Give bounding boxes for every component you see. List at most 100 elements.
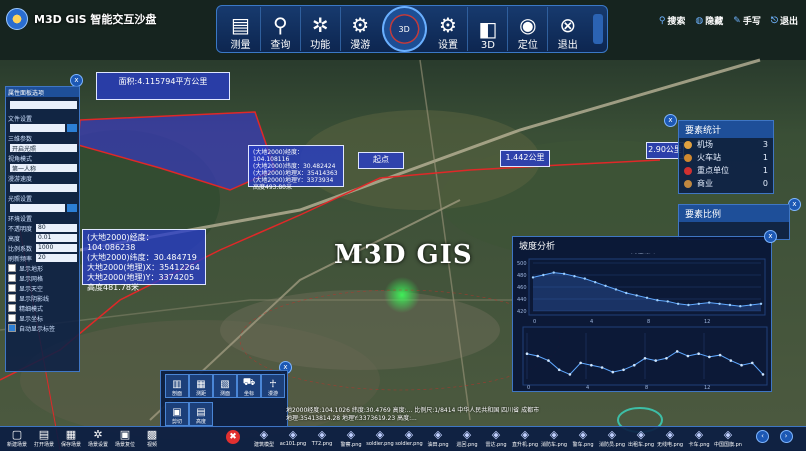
model-label: 中国国旗.png xyxy=(714,442,742,448)
check-sky[interactable]: 显示天空 xyxy=(6,283,79,293)
model-label: 直升机.png xyxy=(511,442,539,448)
measure-button[interactable]: ▤ 测量 xyxy=(221,7,260,51)
scale-input[interactable]: 1000 xyxy=(36,244,77,252)
locate-label: 定位 xyxy=(517,40,538,51)
file-input[interactable] xyxy=(10,124,65,132)
check-fine[interactable]: 精细模式 xyxy=(6,303,79,313)
checkbox[interactable] xyxy=(8,284,16,292)
check-grid[interactable]: 显示网格 xyxy=(6,273,79,283)
check-labels[interactable]: 自动显示标签 xyxy=(6,323,79,333)
bottom-tool-button[interactable]: ▤ 打开场景 xyxy=(33,429,55,449)
locate-button[interactable]: ◉ 定位 xyxy=(507,7,547,51)
app-title: M3D GIS 智能交互沙盘 xyxy=(34,13,157,26)
stat-label: 火车站 xyxy=(697,153,721,162)
tool-icon: ▤ xyxy=(38,428,50,441)
handwrite-link[interactable]: ✎ 手写 xyxy=(733,14,761,28)
model-file-item[interactable]: ◈ 警车.png xyxy=(569,429,597,449)
model-file-item[interactable]: ◈ 警察.png xyxy=(337,429,365,449)
profile-tool-button[interactable]: ▥ 剖面 xyxy=(165,374,189,398)
checkbox[interactable] xyxy=(8,274,16,282)
scroll-left-icon[interactable]: ‹ xyxy=(756,430,769,443)
stat-row-unit: 重点单位 1 xyxy=(679,164,773,177)
slope-point xyxy=(686,354,690,358)
model-file-item[interactable]: ◈ ac101.png xyxy=(279,429,307,449)
lighting-select[interactable]: 开启光照 xyxy=(10,144,77,153)
model-file-item[interactable]: ◈ 雷达.png xyxy=(482,429,510,449)
checkbox[interactable] xyxy=(8,304,16,312)
feature-stats-title: 要素统计 xyxy=(679,121,773,138)
check-coords[interactable]: 显示坐标 xyxy=(6,313,79,323)
profile-close-icon[interactable]: x xyxy=(764,230,777,243)
lighting-input[interactable] xyxy=(10,204,65,212)
tool-label: 打开场景 xyxy=(33,442,54,448)
quit-link[interactable]: ⎋ 退出 xyxy=(770,14,798,28)
model-file-item[interactable]: ◈ 无线电.png xyxy=(656,429,684,449)
model-file-item[interactable]: ◈ 巡回.png xyxy=(453,429,481,449)
stats-close-icon[interactable]: x xyxy=(664,114,677,127)
x-tick-label: 4 xyxy=(586,385,589,391)
compass-dial[interactable]: 3D xyxy=(381,6,427,52)
query-button[interactable]: ⚲ 查询 xyxy=(259,7,300,51)
model-file-item[interactable]: ◈ 消防员.png xyxy=(598,429,626,449)
roam-speed-select[interactable] xyxy=(10,184,77,192)
checkbox-checked[interactable] xyxy=(8,324,16,332)
clip-tool-button[interactable]: ▣ 剪切 xyxy=(165,402,189,426)
distance-tool-button[interactable]: ▦ 测距 xyxy=(189,374,213,398)
search-icon: ⚲ xyxy=(658,15,666,26)
checkbox[interactable] xyxy=(8,314,16,322)
elevation-point xyxy=(635,294,638,297)
bottom-tool-button[interactable]: ▩ 视频 xyxy=(141,429,163,449)
rate-input[interactable]: 20 xyxy=(36,254,77,262)
measure-label: 测量 xyxy=(230,40,251,51)
function-button[interactable]: ✲ 功能 xyxy=(299,7,340,51)
file-path-input[interactable] xyxy=(10,101,77,109)
hide-link[interactable]: ◍ 隐藏 xyxy=(695,14,723,28)
airport-icon xyxy=(684,140,692,149)
check-shadow[interactable]: 显示阴影线 xyxy=(6,293,79,303)
model-file-item[interactable]: ◈ 卡车.png xyxy=(685,429,713,449)
opacity-input[interactable]: 80 xyxy=(36,224,77,232)
check-terrain[interactable]: 显示地形 xyxy=(6,263,79,273)
elevation-point xyxy=(645,296,649,299)
exit-icon: ⎋ xyxy=(770,15,778,26)
slope-point xyxy=(557,368,561,372)
exit-button[interactable]: ⊗ 退出 xyxy=(547,7,587,51)
view-mode-select[interactable]: 第一人称 xyxy=(10,164,77,173)
roam-button[interactable]: ⚙ 漫游 xyxy=(339,7,380,51)
roam-tool-button[interactable]: ☥ 漫游 xyxy=(261,374,285,398)
delete-icon[interactable]: ✖ xyxy=(226,430,240,444)
model-file-item[interactable]: ◈ 中国国旗.png xyxy=(714,429,742,449)
stat-value: 1 xyxy=(762,166,768,175)
bottom-tool-button[interactable]: ✲ 场景设置 xyxy=(87,429,109,449)
model-file-item[interactable]: ◈ 直升机.png xyxy=(511,429,539,449)
search-icon: ⚲ xyxy=(273,13,288,37)
check-label: 显示阴影线 xyxy=(19,295,50,303)
roam-icon: ⚙ xyxy=(351,13,370,37)
query-label: 查询 xyxy=(270,40,291,51)
area-tool-button[interactable]: ▧ 测面 xyxy=(213,374,237,398)
settings-button[interactable]: ⚙ 设置 xyxy=(429,7,468,51)
checkbox[interactable] xyxy=(8,264,16,272)
file-browse-button[interactable] xyxy=(67,124,77,132)
model-file-item[interactable]: ◈ 油田.png xyxy=(424,429,452,449)
slope-point xyxy=(643,357,647,360)
bottom-tool-button[interactable]: ▢ 新建场景 xyxy=(6,429,28,449)
model-file-item[interactable]: ◈ 消防车.png xyxy=(540,429,568,449)
toolbar-handle[interactable] xyxy=(593,14,603,44)
model-file-item[interactable]: ◈ soldier.png xyxy=(395,429,423,449)
scroll-right-icon[interactable]: › xyxy=(779,430,793,443)
search-link[interactable]: ⚲ 搜索 xyxy=(658,14,686,28)
checkbox[interactable] xyxy=(8,294,16,302)
model-file-item[interactable]: ◈ 建筑模型 xyxy=(250,429,278,449)
model-file-item[interactable]: ◈ T72.png xyxy=(308,429,336,449)
model-file-item[interactable]: ◈ soldier.png xyxy=(366,429,394,449)
slope-point xyxy=(525,352,529,355)
3d-button[interactable]: ◧ 3D xyxy=(467,7,507,51)
bottom-tool-button[interactable]: ▣ 场景复位 xyxy=(114,429,136,449)
bottom-tool-button[interactable]: ▦ 保存场景 xyxy=(60,429,82,449)
height-input[interactable]: 0.01 xyxy=(36,234,77,242)
model-file-item[interactable]: ◈ 出租车.png xyxy=(627,429,655,449)
lighting-button[interactable] xyxy=(67,204,77,212)
coord-tool-button[interactable]: ⛟ 坐标 xyxy=(237,374,261,398)
height-tool-button[interactable]: ▤ 高度 xyxy=(189,402,213,426)
